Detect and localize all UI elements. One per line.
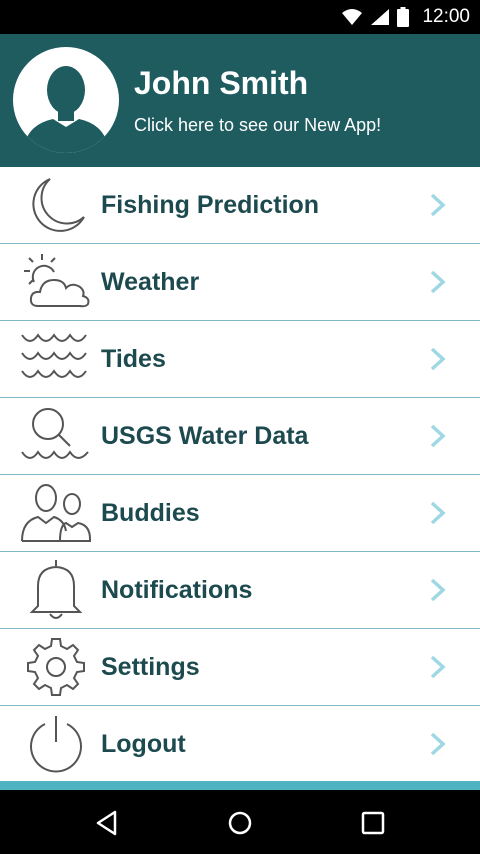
person-silhouette-icon: [23, 66, 109, 153]
gear-icon: [27, 638, 85, 696]
profile-header[interactable]: John Smith Click here to see our New App…: [0, 34, 480, 167]
menu-item-settings[interactable]: Settings: [0, 629, 480, 706]
chevron-right-icon: [430, 270, 446, 294]
user-name: John Smith: [134, 65, 309, 101]
menu-label: Fishing Prediction: [101, 191, 320, 219]
menu-label: Notifications: [101, 576, 253, 604]
status-icons: 12:00: [341, 0, 470, 34]
status-bar: 12:00: [0, 0, 480, 34]
signal-icon: [371, 9, 390, 25]
chevron-right-icon: [430, 193, 446, 217]
new-app-link[interactable]: Click here to see our New App!: [134, 115, 381, 136]
chevron-right-icon: [430, 732, 446, 756]
menu-label: Buddies: [101, 499, 200, 527]
battery-icon: [397, 7, 410, 27]
menu-item-buddies[interactable]: Buddies: [0, 475, 480, 552]
menu-item-tides[interactable]: Tides: [0, 321, 480, 398]
menu-item-usgs-water-data[interactable]: USGS Water Data: [0, 398, 480, 475]
menu-label: USGS Water Data: [101, 422, 309, 450]
menu-item-notifications[interactable]: Notifications: [0, 552, 480, 629]
status-time: 12:00: [422, 6, 470, 27]
bell-icon: [29, 560, 83, 619]
chevron-right-icon: [430, 655, 446, 679]
menu-label: Tides: [101, 345, 166, 373]
menu-label: Settings: [101, 653, 200, 681]
avatar[interactable]: [13, 47, 119, 153]
chevron-right-icon: [430, 424, 446, 448]
menu-label: Logout: [101, 730, 186, 758]
navigation-bar: [0, 790, 480, 854]
power-icon: [30, 716, 82, 773]
bottom-accent-bar: [0, 781, 480, 790]
buddies-icon: [21, 484, 91, 542]
waves-icon: [21, 333, 87, 378]
recents-icon[interactable]: [359, 809, 387, 837]
menu-item-weather[interactable]: Weather: [0, 244, 480, 321]
wifi-icon: [342, 9, 363, 25]
menu-item-logout[interactable]: Logout: [0, 706, 480, 783]
main-menu: Fishing Prediction Weather Tides USGS Wa…: [0, 167, 480, 783]
home-icon[interactable]: [226, 809, 254, 837]
back-icon[interactable]: [93, 809, 121, 837]
sun-cloud-icon: [24, 254, 90, 308]
menu-label: Weather: [101, 268, 200, 296]
chevron-right-icon: [430, 347, 446, 371]
menu-item-fishing-prediction[interactable]: Fishing Prediction: [0, 167, 480, 244]
chevron-right-icon: [430, 501, 446, 525]
chevron-right-icon: [430, 578, 446, 602]
magnifier-waves-icon: [21, 408, 89, 459]
moon-icon: [32, 178, 85, 232]
